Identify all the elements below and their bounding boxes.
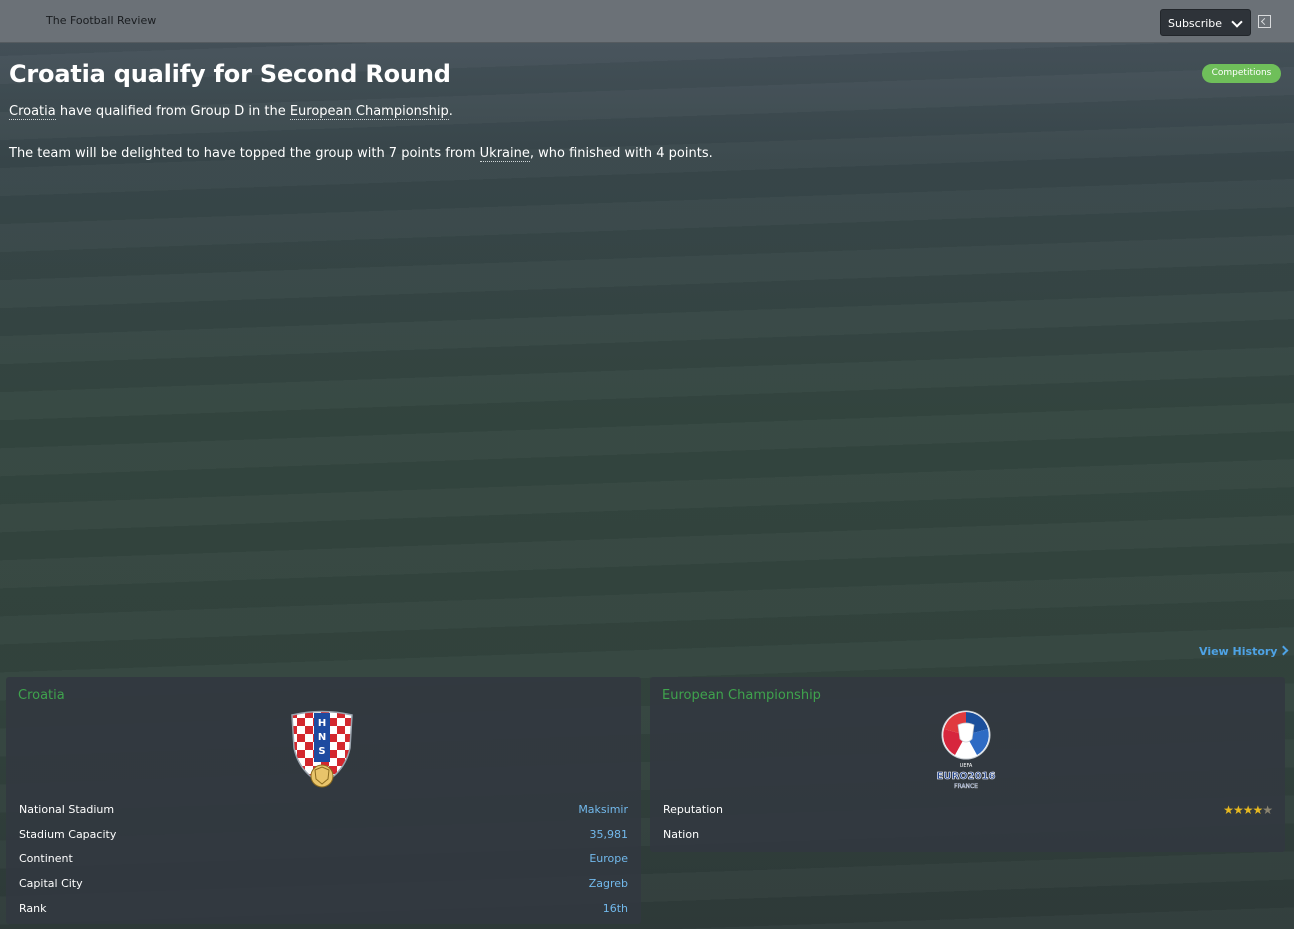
row-label: Continent (19, 852, 73, 865)
logo-text: EURO2016 (937, 771, 996, 782)
logo-subtext: FRANCE (954, 783, 978, 790)
competition-info-panel: European Championship UEFA EURO2016 FRAN… (650, 677, 1285, 852)
star-icon: ★ (1232, 803, 1244, 817)
team-row-stadium-capacity: Stadium Capacity 35,981 (19, 828, 628, 846)
team-info-panel: Croatia H N S National Stadium Maksimir … (6, 677, 641, 924)
row-label: Rank (19, 902, 47, 915)
competition-panel-title[interactable]: European Championship (662, 688, 821, 703)
collapse-panel-icon[interactable] (1258, 15, 1271, 28)
para1-text-a: have qualified from Group D in the (55, 104, 290, 119)
star-icon: ★ (1252, 803, 1263, 817)
row-value: 16th (602, 902, 628, 915)
team-row-capital-city: Capital City Zagreb (19, 877, 628, 895)
top-bar: The Football Review Subscribe (0, 0, 1294, 43)
row-value-link[interactable]: Europe (589, 852, 628, 865)
subscribe-label: Subscribe (1168, 17, 1223, 30)
para2-text-b: , who finished with 4 points. (529, 146, 713, 161)
row-label: National Stadium (19, 803, 115, 816)
link-ukraine[interactable]: Ukraine (479, 146, 530, 162)
team-row-national-stadium: National Stadium Maksimir (19, 803, 628, 821)
link-croatia[interactable]: Croatia (9, 104, 56, 120)
row-label: Nation (663, 828, 700, 841)
link-european-championship[interactable]: European Championship (289, 104, 449, 120)
star-icon: ★ (1223, 803, 1234, 817)
article-paragraph-2: The team will be delighted to have toppe… (9, 146, 713, 162)
subscribe-button[interactable]: Subscribe (1160, 9, 1251, 36)
croatia-crest-icon[interactable]: H N S (289, 710, 355, 790)
view-history-link[interactable]: View History (1199, 645, 1289, 658)
article-paragraph-1: Croatia have qualified from Group D in t… (9, 104, 453, 120)
half-star-icon: ★ (1262, 803, 1273, 817)
row-label: Capital City (19, 877, 83, 890)
team-row-rank: Rank 16th (19, 902, 628, 920)
chevron-right-icon (1279, 645, 1289, 656)
para1-text-b: . (448, 104, 453, 119)
article-headline: Croatia qualify for Second Round (9, 60, 451, 88)
svg-text:N: N (318, 732, 326, 743)
competition-row-reputation: Reputation ★★★★★ (663, 803, 1273, 821)
team-row-continent: Continent Europe (19, 852, 628, 870)
row-label: Stadium Capacity (19, 828, 117, 841)
svg-text:H: H (318, 718, 326, 729)
euro-2016-logo-icon[interactable]: UEFA EURO2016 FRANCE (935, 709, 997, 791)
chevron-down-icon (1231, 16, 1243, 28)
row-label: Reputation (663, 803, 723, 816)
star-icon: ★ (1242, 803, 1254, 817)
logo-top-text: UEFA (960, 763, 973, 769)
row-value-link[interactable]: Maksimir (578, 803, 628, 816)
svg-text:S: S (318, 746, 325, 757)
team-panel-title[interactable]: Croatia (18, 688, 65, 703)
competition-row-nation: Nation (663, 828, 1272, 846)
para2-text-a: The team will be delighted to have toppe… (9, 146, 480, 161)
reputation-stars: ★★★★★ (1223, 803, 1273, 817)
row-value: 35,981 (589, 828, 629, 841)
row-value-link[interactable]: Zagreb (589, 877, 628, 890)
view-history-label: View History (1199, 645, 1278, 658)
publication-name: The Football Review (46, 14, 157, 27)
category-tag[interactable]: Competitions (1202, 64, 1281, 83)
